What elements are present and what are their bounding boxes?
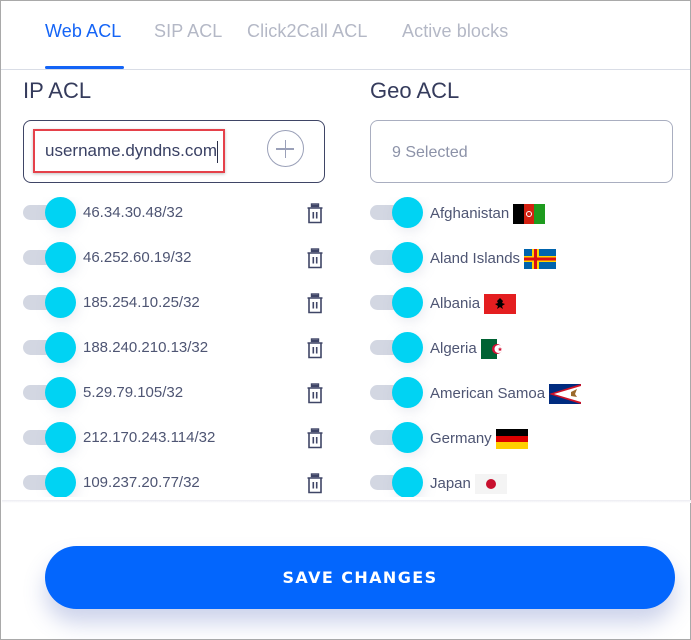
country-name: Algeria (430, 339, 477, 357)
trash-icon[interactable] (305, 248, 325, 270)
ip-acl-row: 46.34.30.48/32 (23, 197, 353, 229)
trash-icon[interactable] (305, 338, 325, 360)
ip-enable-toggle[interactable] (23, 242, 76, 273)
trash-icon[interactable] (305, 383, 325, 405)
toggle-knob (392, 197, 423, 228)
ip-acl-row: 109.237.20.77/32 (23, 467, 353, 497)
ip-address-label: 185.254.10.25/32 (83, 294, 200, 311)
country-enable-toggle[interactable] (370, 332, 423, 363)
ip-address-label: 212.170.243.114/32 (83, 429, 216, 446)
country-enable-toggle[interactable] (370, 242, 423, 273)
ip-address-label: 46.34.30.48/32 (83, 204, 184, 221)
ip-address-label: 5.29.79.105/32 (83, 384, 184, 401)
active-tab-indicator (45, 66, 124, 69)
algeria-flag-icon (480, 339, 513, 359)
ip-address-label: 188.240.210.13/32 (83, 339, 209, 356)
ip-address-label: 46.252.60.19/32 (83, 249, 192, 266)
geo-acl-row: American Samoa (370, 377, 690, 409)
ip-enable-toggle[interactable] (23, 332, 76, 363)
toggle-knob (392, 332, 423, 363)
ip-acl-row: 5.29.79.105/32 (23, 377, 353, 409)
country-label-group: Germany (430, 429, 528, 449)
country-enable-toggle[interactable] (370, 287, 423, 318)
toggle-knob (45, 377, 76, 408)
footer-divider (2, 500, 691, 503)
geo-acl-row: Afghanistan (370, 197, 690, 229)
country-select-value: 9 Selected (392, 144, 468, 161)
country-label-group: Algeria (430, 339, 513, 359)
country-name: American Samoa (430, 384, 546, 402)
country-name: Japan (430, 474, 471, 492)
country-label-group: Japan (430, 474, 507, 494)
ip-enable-toggle[interactable] (23, 287, 76, 318)
toggle-knob (45, 467, 76, 497)
ip-enable-toggle[interactable] (23, 467, 76, 497)
trash-icon[interactable] (305, 473, 325, 495)
toggle-knob (392, 422, 423, 453)
toggle-knob (392, 242, 423, 273)
geo-acl-row: Algeria (370, 332, 690, 364)
ip-enable-toggle[interactable] (23, 377, 76, 408)
country-enable-toggle[interactable] (370, 422, 423, 453)
geo-acl-row: Aland Islands (370, 242, 690, 274)
ip-acl-title: IP ACL (23, 78, 92, 103)
trash-icon[interactable] (305, 203, 325, 225)
geo-acl-list: Afghanistan Aland Islands Albania Algeria Am… (370, 197, 690, 497)
geo-acl-title: Geo ACL (370, 78, 460, 103)
ip-enable-toggle[interactable] (23, 197, 76, 228)
afghanistan-flag-icon (513, 204, 546, 224)
text-caret (217, 141, 218, 163)
japan-flag-icon (474, 474, 507, 494)
tab-sip-acl[interactable]: SIP ACL (154, 21, 222, 42)
country-label-group: Afghanistan (430, 204, 546, 224)
country-name: Albania (430, 294, 481, 312)
toggle-knob (392, 467, 423, 497)
toggle-knob (392, 377, 423, 408)
ip-acl-row: 188.240.210.13/32 (23, 332, 353, 364)
albania-flag-icon (484, 294, 517, 314)
geo-acl-row: Germany (370, 422, 690, 454)
ip-acl-row: 46.252.60.19/32 (23, 242, 353, 274)
country-label-group: Aland Islands (430, 249, 557, 269)
geo-acl-row: Japan (370, 467, 690, 497)
country-name: Aland Islands (430, 249, 521, 267)
ip-enable-toggle[interactable] (23, 422, 76, 453)
ip-acl-row: 212.170.243.114/32 (23, 422, 353, 454)
aland-islands-flag-icon (524, 249, 557, 269)
country-name: Afghanistan (430, 204, 510, 222)
tab-web-acl[interactable]: Web ACL (45, 21, 121, 42)
acl-panel: Web ACL SIP ACL Click2Call ACL Active bl… (0, 0, 691, 640)
ip-address-label: 109.237.20.77/32 (83, 474, 200, 491)
add-ip-button[interactable] (267, 130, 304, 167)
toggle-knob (45, 197, 76, 228)
toggle-knob (45, 332, 76, 363)
geo-acl-row: Albania (370, 287, 690, 319)
country-label-group: Albania (430, 294, 517, 314)
tab-click2call-acl[interactable]: Click2Call ACL (247, 21, 367, 42)
toggle-knob (45, 242, 76, 273)
american-samoa-flag-icon (549, 384, 582, 404)
trash-icon[interactable] (305, 293, 325, 315)
tab-bar: Web ACL SIP ACL Click2Call ACL Active bl… (1, 1, 690, 70)
tab-active-blocks[interactable]: Active blocks (402, 21, 508, 42)
toggle-knob (392, 287, 423, 318)
trash-icon[interactable] (305, 428, 325, 450)
save-changes-button[interactable]: SAVE CHANGES (45, 546, 675, 609)
country-enable-toggle[interactable] (370, 377, 423, 408)
country-enable-toggle[interactable] (370, 197, 423, 228)
toggle-knob (45, 287, 76, 318)
country-name: Germany (430, 429, 492, 447)
ip-acl-row: 185.254.10.25/32 (23, 287, 353, 319)
toggle-knob (45, 422, 76, 453)
ip-address-input[interactable] (45, 141, 225, 161)
country-label-group: American Samoa (430, 384, 582, 404)
germany-flag-icon (495, 429, 528, 449)
ip-acl-list: 46.34.30.48/32 46.252.60.19/32 185.254.10.… (23, 197, 353, 497)
country-enable-toggle[interactable] (370, 467, 423, 497)
